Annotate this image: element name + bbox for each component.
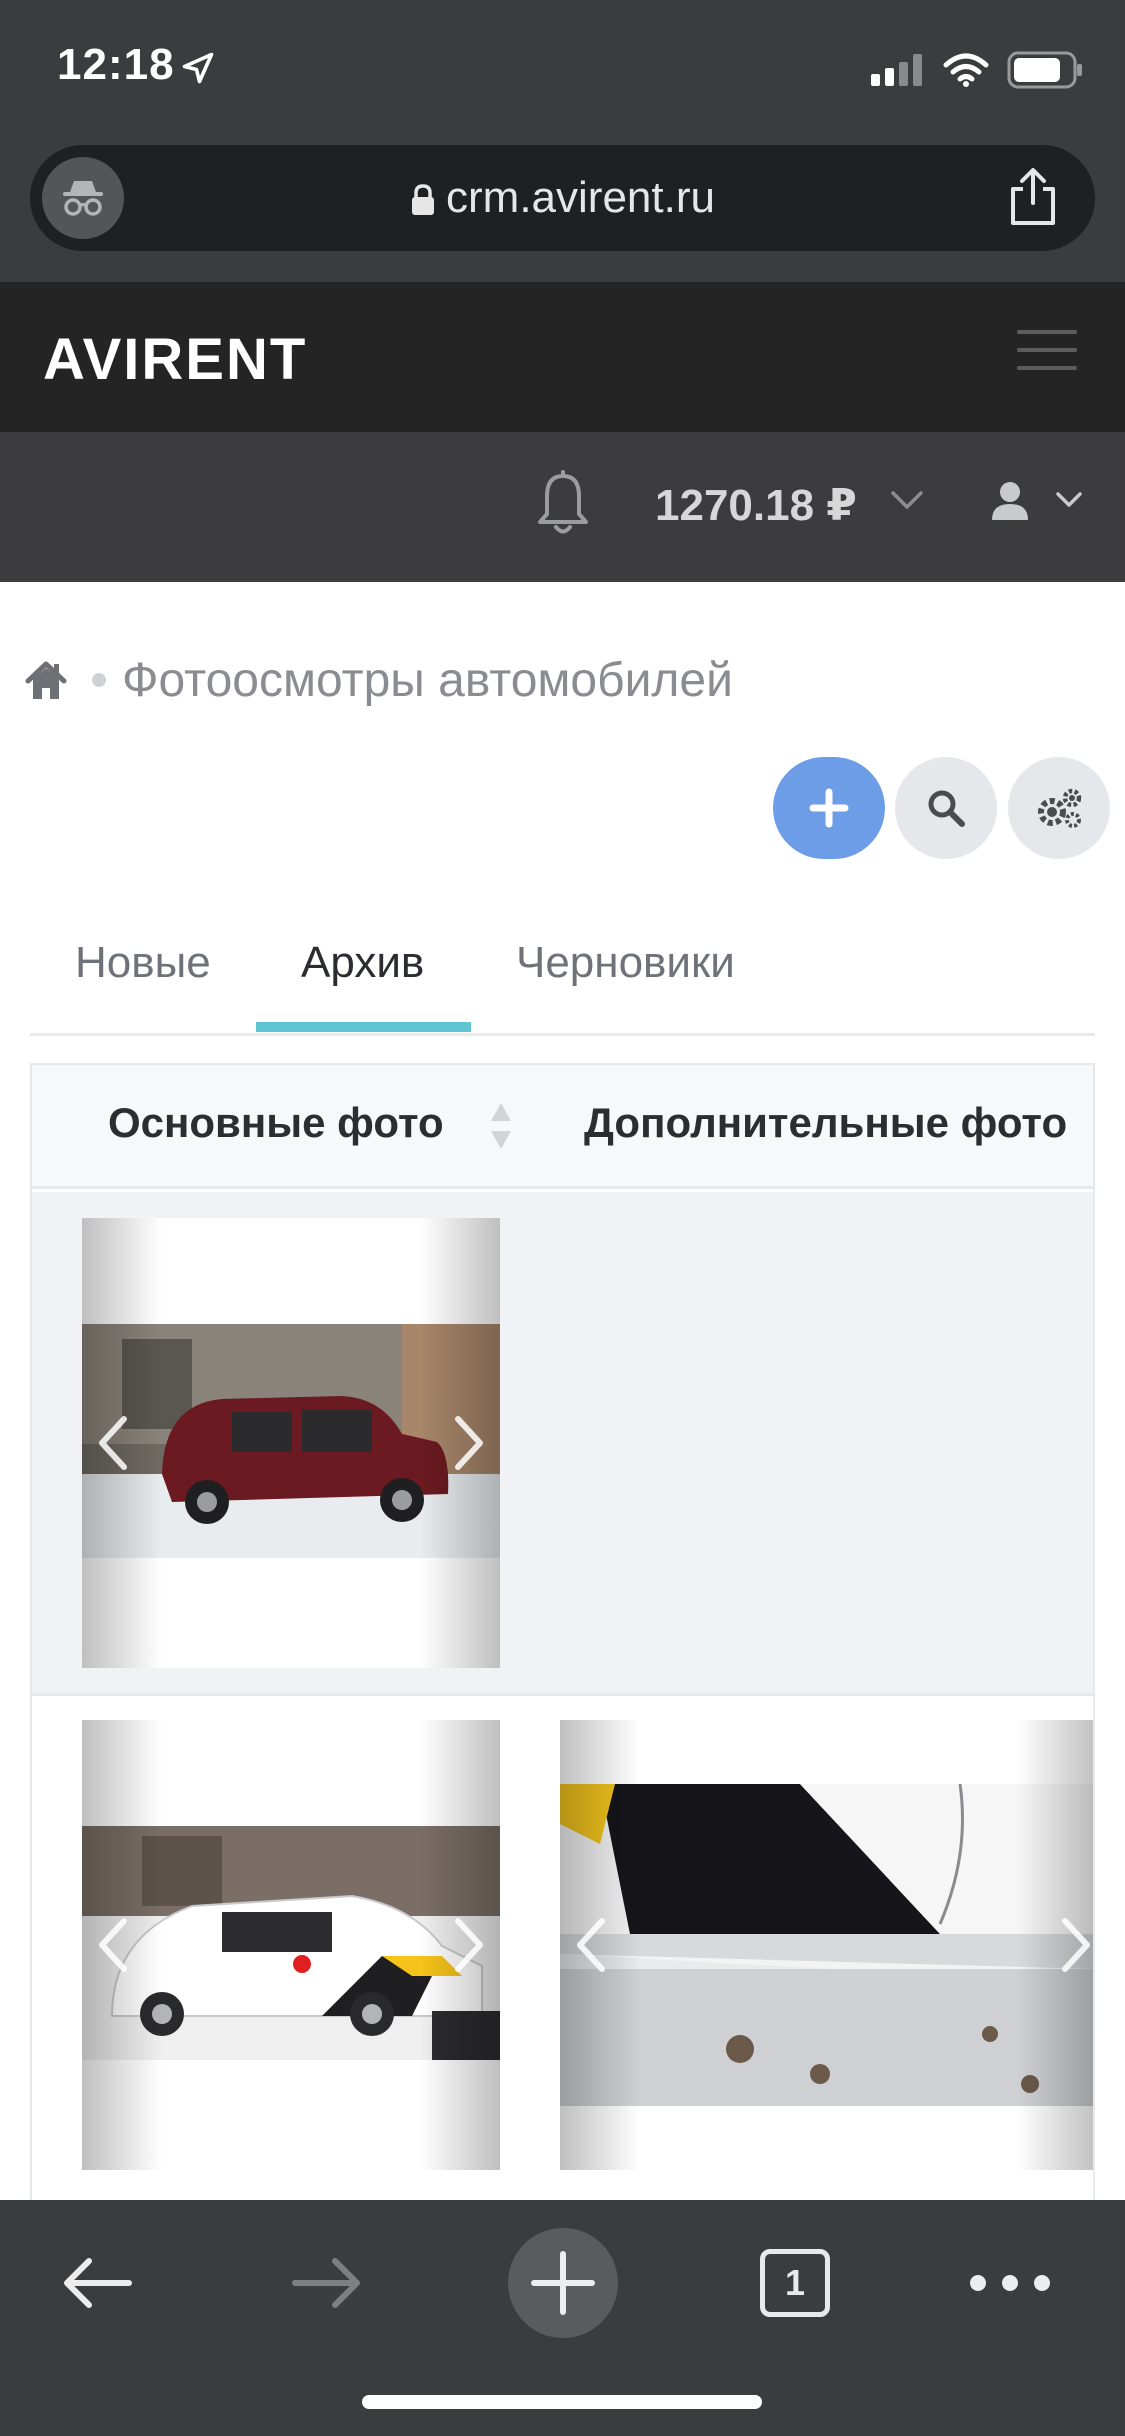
settings-button[interactable] (1008, 757, 1110, 859)
active-tab-indicator (256, 1022, 471, 1032)
inspections-table: Основные фото Дополнительные фото (30, 1063, 1095, 2303)
tabs: Новые Архив Черновики (30, 920, 1095, 1036)
back-button[interactable] (42, 2228, 152, 2338)
app-header: AVIRENT (0, 282, 1125, 432)
user-toolbar: 1270.18 ₽ (0, 432, 1125, 582)
breadcrumb: Фотоосмотры автомобилей (24, 652, 733, 708)
status-icons (871, 50, 1085, 90)
new-tab-button[interactable] (508, 2228, 618, 2338)
tab-archive[interactable]: Архив (301, 938, 424, 988)
balance-amount[interactable]: 1270.18 ₽ (655, 480, 857, 531)
extra-photo-carousel[interactable] (560, 1720, 1093, 2170)
lock-icon (412, 184, 435, 216)
gears-icon (1038, 788, 1082, 828)
bell-icon[interactable] (535, 470, 591, 540)
search-button[interactable] (895, 757, 997, 859)
brand-logo[interactable]: AVIRENT (43, 326, 307, 393)
main-photo-carousel[interactable] (82, 1218, 500, 1668)
wifi-icon (943, 53, 989, 87)
tab-drafts[interactable]: Черновики (516, 938, 735, 988)
share-icon[interactable] (1005, 167, 1061, 227)
table-row[interactable] (32, 1696, 1093, 2236)
more-button[interactable] (955, 2228, 1065, 2338)
next-arrow-icon[interactable] (452, 1413, 486, 1473)
menu-icon[interactable] (1017, 330, 1077, 378)
battery-icon (1007, 51, 1082, 89)
breadcrumb-separator (92, 673, 106, 687)
forward-button[interactable] (272, 2228, 382, 2338)
column-header-main-photos[interactable]: Основные фото (108, 1099, 444, 1147)
user-icon[interactable] (990, 480, 1030, 522)
next-arrow-icon[interactable] (1059, 1915, 1093, 1975)
home-indicator[interactable] (362, 2395, 762, 2409)
sort-icon[interactable] (487, 1099, 515, 1153)
tab-new[interactable]: Новые (75, 938, 211, 988)
extra-photo[interactable] (560, 1784, 1093, 2106)
page-title: Фотоосмотры автомобилей (122, 653, 733, 707)
location-arrow-icon (182, 52, 214, 84)
signal-icon (871, 54, 922, 86)
previous-arrow-icon[interactable] (96, 1413, 130, 1473)
url-text[interactable]: crm.avirent.ru (30, 173, 1095, 223)
previous-arrow-icon[interactable] (96, 1915, 130, 1975)
main-photo-carousel[interactable] (82, 1720, 500, 2170)
chevron-down-icon[interactable] (890, 488, 924, 512)
browser-chrome: 12:18 crm.avirent.ru (0, 0, 1125, 282)
tab-count: 1 (760, 2249, 830, 2317)
previous-arrow-icon[interactable] (574, 1915, 608, 1975)
table-row[interactable] (32, 1192, 1093, 1696)
more-dots-icon (970, 2275, 1050, 2291)
plus-icon (809, 788, 849, 828)
plus-icon (531, 2251, 595, 2315)
add-button[interactable] (773, 757, 885, 859)
user-chevron-down-icon[interactable] (1055, 490, 1083, 510)
search-icon (928, 790, 965, 827)
url-label: crm.avirent.ru (446, 173, 715, 222)
home-icon[interactable] (24, 659, 68, 701)
tabs-button[interactable]: 1 (740, 2228, 850, 2338)
extra-photo-image (560, 1784, 1093, 2106)
status-time: 12:18 (57, 40, 175, 89)
screen: 12:18 crm.avirent.ru AVIRENT 1270.18 ₽ Ф… (0, 0, 1125, 2436)
column-header-extra-photos[interactable]: Дополнительные фото (584, 1099, 1067, 1147)
url-bar[interactable]: crm.avirent.ru (30, 145, 1095, 251)
forward-arrow-icon (292, 2258, 360, 2308)
back-arrow-icon (64, 2258, 132, 2308)
next-arrow-icon[interactable] (452, 1915, 486, 1975)
table-header: Основные фото Дополнительные фото (32, 1065, 1093, 1189)
